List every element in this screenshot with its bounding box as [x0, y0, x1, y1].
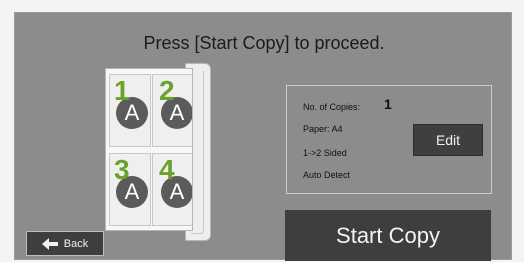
copies-value: 1 [384, 96, 392, 112]
paper-setting: Paper: A4 [303, 124, 343, 134]
start-copy-button[interactable]: Start Copy [285, 210, 491, 261]
preview-page: A 1 [109, 74, 151, 147]
arrow-left-icon [41, 237, 58, 250]
preview-page: A 3 [109, 153, 151, 226]
copy-confirm-screen: Press [Start Copy] to proceed. A 1 A 2 A… [14, 12, 512, 261]
preview-page: A 2 [152, 74, 192, 147]
back-button[interactable]: Back [26, 231, 104, 256]
page-number: 2 [159, 75, 175, 106]
detect-setting: Auto Detect [303, 170, 351, 180]
back-button-label: Back [63, 237, 89, 250]
page-title: Press [Start Copy] to proceed. [143, 33, 385, 53]
page-number: 3 [114, 154, 130, 185]
page-number: 4 [159, 154, 175, 185]
edit-button[interactable]: Edit [413, 124, 483, 156]
preview-sheet: A 1 A 2 A 3 A 4 [105, 68, 193, 231]
sides-setting: 1->2 Sided [303, 148, 347, 158]
settings-summary: No. of Copies: 1 Paper: A4 1->2 Sided Au… [286, 85, 492, 194]
copies-label: No. of Copies: [303, 102, 361, 112]
preview-page: A 4 [152, 153, 192, 226]
page-number: 1 [114, 75, 130, 106]
